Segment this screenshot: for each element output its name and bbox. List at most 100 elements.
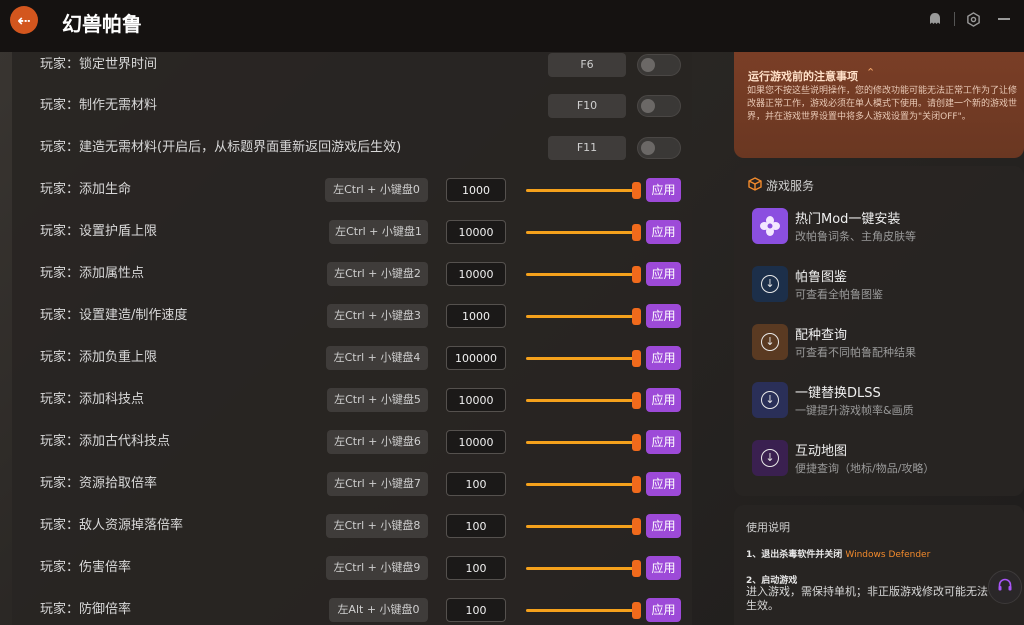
- service-item-map[interactable]: ↓ 互动地图 便捷查询（地标/物品/攻略）: [752, 440, 1012, 480]
- slider-handle[interactable]: [632, 182, 641, 199]
- cheat-row: 玩家：伤害倍率 左Ctrl + 小键盘9 应用: [12, 556, 692, 598]
- value-input[interactable]: [446, 388, 506, 412]
- hotkey-badge[interactable]: 左Ctrl + 小键盘7: [327, 472, 428, 496]
- service-title: 热门Mod一键安装: [795, 212, 901, 227]
- value-slider[interactable]: [526, 567, 636, 570]
- value-input[interactable]: [446, 346, 506, 370]
- service-item-breeding[interactable]: ↓ 配种查询 可查看不同帕鲁配种结果: [752, 324, 1012, 364]
- value-slider[interactable]: [526, 189, 636, 192]
- value-input[interactable]: [446, 472, 506, 496]
- hotkey-badge[interactable]: 左Ctrl + 小键盘8: [326, 514, 428, 538]
- notice-body: 如果您不按这些说明操作，您的修改功能可能无法正常工作为了让修改器正常工作，游戏必…: [747, 86, 1018, 122]
- cheat-row: 玩家：添加科技点 左Ctrl + 小键盘5 应用: [12, 388, 692, 430]
- cheat-row: 玩家：建造无需材料(开启后，从标题界面重新返回游戏后生效) F11: [12, 136, 692, 178]
- service-title: 互动地图: [795, 444, 848, 459]
- value-input[interactable]: [446, 220, 506, 244]
- back-button[interactable]: ⇠: [10, 6, 38, 34]
- service-item-paldeck[interactable]: ↓ 帕鲁图鉴 可查看全帕鲁图鉴: [752, 266, 1012, 306]
- value-input[interactable]: [446, 598, 506, 622]
- download-icon: ↓: [752, 324, 788, 360]
- slider-handle[interactable]: [632, 266, 641, 283]
- apply-button[interactable]: 应用: [646, 430, 681, 454]
- service-subtitle: 便捷查询（地标/物品/攻略）: [795, 462, 935, 475]
- hotkey-badge[interactable]: 左Ctrl + 小键盘5: [327, 388, 428, 412]
- apply-button[interactable]: 应用: [646, 388, 681, 412]
- hotkey-badge[interactable]: 左Ctrl + 小键盘3: [327, 304, 428, 328]
- hotkey-badge[interactable]: 左Ctrl + 小键盘6: [327, 430, 428, 454]
- hotkey-badge[interactable]: 左Alt + 小键盘0: [329, 598, 428, 622]
- value-slider[interactable]: [526, 315, 636, 318]
- cheat-row: 玩家：资源拾取倍率 左Ctrl + 小键盘7 应用: [12, 472, 692, 514]
- cheat-toggle[interactable]: [637, 54, 681, 76]
- apply-button[interactable]: 应用: [646, 556, 681, 580]
- value-input[interactable]: [446, 178, 506, 202]
- hotkey-badge[interactable]: F6: [548, 53, 626, 77]
- chevron-up-icon[interactable]: ⌃: [866, 66, 875, 79]
- slider-handle[interactable]: [632, 476, 641, 493]
- support-button[interactable]: [988, 570, 1022, 604]
- hotkey-badge[interactable]: F10: [548, 94, 626, 118]
- usage-instructions-card: 使用说明 1、退出杀毒软件并关闭 Windows Defender 2、启动游戏…: [734, 505, 1024, 625]
- cheat-row: 玩家：添加属性点 左Ctrl + 小键盘2 应用: [12, 262, 692, 304]
- cheat-toggle[interactable]: [637, 137, 681, 159]
- value-slider[interactable]: [526, 609, 636, 612]
- cheat-label: 玩家：添加负重上限: [40, 350, 158, 365]
- apply-button[interactable]: 应用: [646, 220, 681, 244]
- ghost-icon[interactable]: [926, 10, 944, 28]
- usage-step-2-body: 进入游戏，需保持单机；非正版游戏修改可能无法生效。: [746, 585, 988, 612]
- hotkey-badge[interactable]: 左Ctrl + 小键盘1: [329, 220, 428, 244]
- slider-handle[interactable]: [632, 518, 641, 535]
- apply-button[interactable]: 应用: [646, 178, 681, 202]
- download-icon: ↓: [752, 382, 788, 418]
- hotkey-badge[interactable]: 左Ctrl + 小键盘0: [325, 178, 428, 202]
- hotkey-badge[interactable]: F11: [548, 136, 626, 160]
- cheat-label: 玩家：设置建造/制作速度: [40, 308, 188, 323]
- value-input[interactable]: [446, 304, 506, 328]
- game-services-card: 游戏服务 热门Mod一键安装 改帕鲁词条、主角皮肤等 ↓ 帕鲁图鉴 可查看全帕鲁…: [734, 166, 1024, 496]
- apply-button[interactable]: 应用: [646, 262, 681, 286]
- value-input[interactable]: [446, 430, 506, 454]
- slider-handle[interactable]: [632, 392, 641, 409]
- service-item-dlss[interactable]: ↓ 一键替换DLSS 一键提升游戏帧率&画质: [752, 382, 1012, 422]
- slider-handle[interactable]: [632, 434, 641, 451]
- usage-step-1-text: 1、退出杀毒软件并关闭: [746, 550, 843, 560]
- services-header: 游戏服务: [766, 179, 815, 193]
- service-item-mod[interactable]: 热门Mod一键安装 改帕鲁词条、主角皮肤等: [752, 208, 1012, 248]
- value-slider[interactable]: [526, 231, 636, 234]
- apply-button[interactable]: 应用: [646, 514, 681, 538]
- hotkey-badge[interactable]: 左Ctrl + 小键盘9: [326, 556, 428, 580]
- settings-hex-icon[interactable]: [964, 10, 982, 28]
- slider-handle[interactable]: [632, 224, 641, 241]
- hotkey-badge[interactable]: 左Ctrl + 小键盘4: [326, 346, 428, 370]
- cheat-label: 玩家：添加古代科技点: [40, 434, 171, 449]
- value-input[interactable]: [446, 556, 506, 580]
- value-slider[interactable]: [526, 483, 636, 486]
- apply-button[interactable]: 应用: [646, 472, 681, 496]
- cheat-toggle[interactable]: [637, 95, 681, 117]
- slider-handle[interactable]: [632, 350, 641, 367]
- cheat-label: 玩家：防御倍率: [40, 602, 132, 617]
- minimize-icon[interactable]: [995, 10, 1013, 28]
- notice-card: 运行游戏前的注意事项 ⌃ 如果您不按这些说明操作，您的修改功能可能无法正常工作为…: [734, 52, 1024, 158]
- mod-flower-icon: [752, 208, 788, 244]
- value-slider[interactable]: [526, 357, 636, 360]
- value-input[interactable]: [446, 514, 506, 538]
- value-slider[interactable]: [526, 441, 636, 444]
- value-input[interactable]: [446, 262, 506, 286]
- slider-handle[interactable]: [632, 308, 641, 325]
- cheat-label: 玩家：敌人资源掉落倍率: [40, 518, 184, 533]
- arrow-left-icon: ⇠: [17, 10, 31, 30]
- hotkey-badge[interactable]: 左Ctrl + 小键盘2: [327, 262, 428, 286]
- slider-handle[interactable]: [632, 602, 641, 619]
- cheat-label: 玩家：添加属性点: [40, 266, 145, 281]
- usage-step-1: 1、退出杀毒软件并关闭 Windows Defender: [746, 547, 930, 560]
- apply-button[interactable]: 应用: [646, 598, 681, 622]
- value-slider[interactable]: [526, 399, 636, 402]
- value-slider[interactable]: [526, 525, 636, 528]
- apply-button[interactable]: 应用: [646, 304, 681, 328]
- slider-handle[interactable]: [632, 560, 641, 577]
- cheat-label: 玩家：建造无需材料(开启后，从标题界面重新返回游戏后生效): [40, 140, 402, 155]
- value-slider[interactable]: [526, 273, 636, 276]
- apply-button[interactable]: 应用: [646, 346, 681, 370]
- title-bar: ⇠ 幻兽帕鲁: [0, 0, 1024, 52]
